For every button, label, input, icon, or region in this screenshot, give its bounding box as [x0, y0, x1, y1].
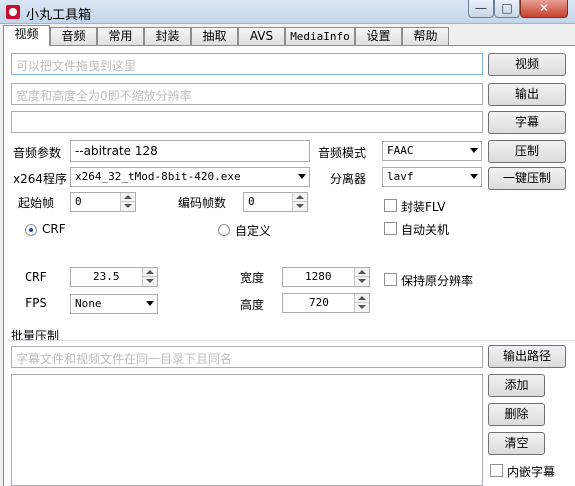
audio-mode-select[interactable]: FAAC — [382, 141, 482, 161]
output-path-button[interactable]: 输出路径 — [488, 345, 566, 368]
video-input[interactable]: 可以把文件拖曳到这里 — [11, 53, 483, 75]
spin-arrows-icon[interactable] — [292, 193, 307, 211]
tab-avs[interactable]: AVS — [238, 27, 285, 45]
crf-radio-label: CRF — [42, 222, 66, 236]
height-label: 高度 — [240, 298, 265, 312]
one-click-compress-button[interactable]: 一键压制 — [488, 167, 566, 190]
height-value: 720 — [309, 296, 329, 309]
batch-file-list[interactable] — [11, 374, 483, 486]
encode-frames-value: 0 — [248, 195, 255, 208]
flv-checkbox[interactable] — [384, 199, 397, 212]
tab-extract[interactable]: 抽取 — [191, 27, 238, 45]
delete-button[interactable]: 删除 — [488, 403, 545, 426]
crf-value: 23.5 — [93, 270, 120, 283]
crf-radio[interactable] — [25, 224, 37, 236]
spin-arrows-icon[interactable] — [142, 268, 157, 286]
start-frame-spinner[interactable]: 0 — [70, 192, 136, 212]
start-frame-label: 起始帧 — [18, 196, 55, 210]
encode-frames-spinner[interactable]: 0 — [243, 192, 308, 212]
video-input-placeholder: 可以把文件拖曳到这里 — [16, 59, 137, 73]
keep-resolution-checkbox[interactable] — [384, 273, 397, 286]
auto-shutdown-checkbox[interactable] — [384, 222, 397, 235]
window-title: 小丸工具箱 — [26, 8, 92, 23]
compress-button[interactable]: 压制 — [488, 140, 566, 163]
minimize-button[interactable]: — — [468, 0, 494, 18]
maximize-icon: □ — [501, 1, 513, 15]
tab-mux[interactable]: 封装 — [144, 27, 191, 45]
tab-common[interactable]: 常用 — [97, 27, 144, 45]
spin-arrows-icon[interactable] — [354, 268, 369, 286]
splitter-select[interactable]: lavf — [382, 167, 482, 187]
audio-param-value: --abitrate 128 — [75, 144, 158, 158]
batch-hint-placeholder: 字幕文件和视频文件在同一目录下且同名 — [16, 352, 233, 366]
batch-group-divider — [8, 340, 575, 341]
start-frame-value: 0 — [75, 195, 82, 208]
custom-radio[interactable] — [218, 224, 230, 236]
minimize-icon: — — [475, 1, 487, 15]
video-button[interactable]: 视频 — [488, 53, 566, 76]
audio-mode-label: 音频模式 — [318, 146, 367, 160]
crf-label: CRF — [25, 270, 47, 284]
embed-subtitle-label: 内嵌字幕 — [507, 465, 556, 479]
width-value: 1280 — [305, 270, 332, 283]
title-bar: 小丸工具箱 — □ ✕ — [0, 0, 575, 24]
add-button[interactable]: 添加 — [488, 374, 545, 397]
fps-value: None — [75, 297, 102, 310]
output-input-placeholder: 宽度和高度全为0即不缩放分辨率 — [16, 89, 192, 103]
audio-param-input[interactable]: --abitrate 128 — [70, 140, 310, 162]
encode-frames-label: 编码帧数 — [178, 196, 227, 210]
close-icon: ✕ — [538, 1, 550, 15]
output-button[interactable]: 输出 — [488, 83, 566, 106]
batch-group-label: 批量压制 — [11, 329, 60, 343]
maximize-button[interactable]: □ — [494, 0, 520, 18]
audio-param-label: 音频参数 — [13, 146, 62, 160]
chevron-down-icon — [470, 148, 478, 153]
batch-hint-input[interactable]: 字幕文件和视频文件在同一目录下且同名 — [11, 346, 483, 368]
chevron-down-icon — [470, 174, 478, 179]
tab-video[interactable]: 视频 — [3, 25, 50, 46]
custom-radio-label: 自定义 — [235, 224, 272, 238]
width-spinner[interactable]: 1280 — [282, 267, 370, 287]
keep-resolution-label: 保持原分辨率 — [401, 274, 474, 288]
spin-arrows-icon[interactable] — [354, 294, 369, 312]
app-icon — [6, 5, 20, 19]
subtitle-button[interactable]: 字幕 — [488, 111, 566, 134]
chevron-down-icon — [298, 174, 306, 179]
audio-mode-value: FAAC — [387, 144, 414, 157]
x264-label: x264程序 — [13, 172, 68, 186]
tab-settings[interactable]: 设置 — [355, 27, 402, 45]
embed-subtitle-checkbox[interactable] — [490, 464, 503, 477]
tab-mediainfo[interactable]: MediaInfo — [285, 27, 355, 45]
x264-select[interactable]: x264_32_tMod-8bit-420.exe — [70, 167, 310, 187]
subtitle-input[interactable] — [11, 111, 483, 133]
splitter-label: 分离器 — [330, 172, 367, 186]
fps-label: FPS — [25, 296, 47, 310]
flv-label: 封装FLV — [401, 200, 446, 214]
width-label: 宽度 — [240, 271, 265, 285]
auto-shutdown-label: 自动关机 — [401, 223, 450, 237]
chevron-down-icon — [146, 301, 154, 306]
close-button[interactable]: ✕ — [520, 0, 568, 18]
tab-help[interactable]: 帮助 — [402, 27, 449, 45]
fps-select[interactable]: None — [70, 294, 158, 314]
spin-arrows-icon[interactable] — [120, 193, 135, 211]
clear-button[interactable]: 清空 — [488, 432, 545, 455]
output-input[interactable]: 宽度和高度全为0即不缩放分辨率 — [11, 83, 483, 105]
height-spinner[interactable]: 720 — [282, 293, 370, 313]
splitter-value: lavf — [387, 170, 414, 183]
tab-audio[interactable]: 音频 — [50, 27, 97, 45]
x264-value: x264_32_tMod-8bit-420.exe — [75, 170, 241, 183]
crf-spinner[interactable]: 23.5 — [70, 267, 158, 287]
